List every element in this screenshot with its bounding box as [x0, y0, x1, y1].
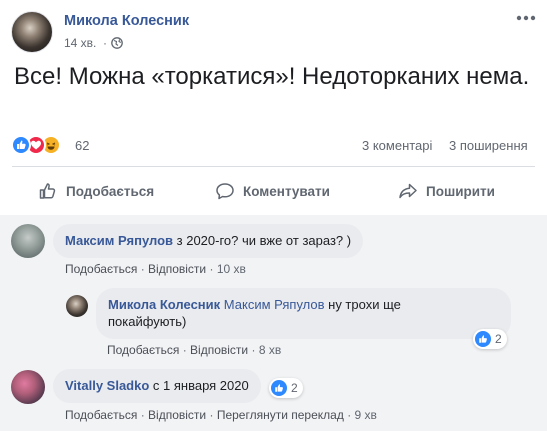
- reaction-count[interactable]: 62: [75, 138, 89, 153]
- globe-icon[interactable]: [111, 37, 123, 49]
- post-text: Все! Можна «торкатися»! Недоторканих нем…: [14, 63, 530, 90]
- reply-bubble: Микола Колесник Максим Ряпулов ну трохи …: [96, 288, 511, 339]
- reply-meta: Подобається · Відповісти · 8 хв: [107, 343, 281, 357]
- author-avatar[interactable]: [11, 11, 53, 53]
- comment-icon: [216, 183, 234, 200]
- author-name[interactable]: Микола Колесник: [64, 13, 189, 29]
- comment-meta: Подобається · Відповісти · 10 хв: [65, 262, 246, 276]
- reply-reaction-count: 2: [495, 332, 502, 346]
- reply-time[interactable]: 8 хв: [259, 343, 281, 357]
- commenter-name[interactable]: Максим Ряпулов: [65, 233, 173, 248]
- shares-count[interactable]: 3 поширення: [449, 138, 528, 153]
- like-icon: [271, 380, 287, 396]
- comment-like-link[interactable]: Подобається: [65, 262, 137, 276]
- reply-reaction-badge[interactable]: 2: [473, 329, 507, 349]
- comment-reaction-badge[interactable]: 2: [269, 378, 303, 398]
- comment-meta: Подобається · Відповісти · Переглянути п…: [65, 408, 377, 422]
- more-icon[interactable]: [516, 14, 536, 22]
- comment-button-label: Коментувати: [243, 183, 330, 199]
- like-reaction-icon: [11, 135, 31, 155]
- comment-reply-link[interactable]: Відповісти: [148, 408, 206, 422]
- comments-count[interactable]: 3 коментарі: [362, 138, 432, 153]
- share-icon: [399, 183, 417, 199]
- post-timestamp[interactable]: 14 хв.: [64, 36, 96, 50]
- reply-author-name[interactable]: Микола Колесник: [108, 297, 220, 312]
- meta-separator: ·: [251, 343, 256, 357]
- reply-like-link[interactable]: Подобається: [107, 343, 179, 357]
- comment-text: з 2020-го? чи вже от зараз? ): [173, 233, 352, 248]
- separator-dot: ·: [103, 36, 107, 50]
- share-button-label: Поширити: [426, 183, 495, 199]
- meta-separator: ·: [140, 262, 145, 276]
- comment-bubble: Vitally Sladko с 1 января 2020: [53, 369, 261, 403]
- reply-avatar[interactable]: [66, 295, 88, 317]
- comment-button[interactable]: Коментувати: [215, 178, 330, 204]
- comment-reply-link[interactable]: Відповісти: [148, 262, 206, 276]
- reply-text-line1: ну трохи ще: [324, 297, 401, 312]
- meta-separator: ·: [140, 408, 145, 422]
- like-icon: [475, 331, 491, 347]
- share-button[interactable]: Поширити: [398, 178, 495, 204]
- reply-mention[interactable]: Максим Ряпулов: [224, 297, 325, 312]
- commenter-name[interactable]: Vitally Sladko: [65, 378, 149, 393]
- meta-separator: ·: [182, 343, 187, 357]
- divider: [12, 166, 535, 167]
- commenter-avatar[interactable]: [11, 370, 45, 404]
- comment-time[interactable]: 9 хв: [355, 408, 377, 422]
- comment-reaction-count: 2: [291, 381, 298, 395]
- like-icon: [39, 183, 56, 199]
- like-button-label: Подобається: [66, 183, 155, 199]
- commenter-avatar[interactable]: [11, 224, 45, 258]
- reply-text-line2: покайфують): [108, 314, 187, 329]
- comment-text: с 1 января 2020: [149, 378, 249, 393]
- reactions-summary[interactable]: [11, 135, 81, 155]
- see-translation-link[interactable]: Переглянути переклад: [217, 408, 344, 422]
- reply-reply-link[interactable]: Відповісти: [190, 343, 248, 357]
- comment-time[interactable]: 10 хв: [217, 262, 246, 276]
- like-button[interactable]: Подобається: [38, 178, 154, 204]
- comment-like-link[interactable]: Подобається: [65, 408, 137, 422]
- meta-separator: ·: [347, 408, 352, 422]
- meta-separator: ·: [209, 262, 214, 276]
- comment-bubble: Максим Ряпулов з 2020-го? чи вже от зара…: [53, 224, 364, 258]
- meta-separator: ·: [209, 408, 214, 422]
